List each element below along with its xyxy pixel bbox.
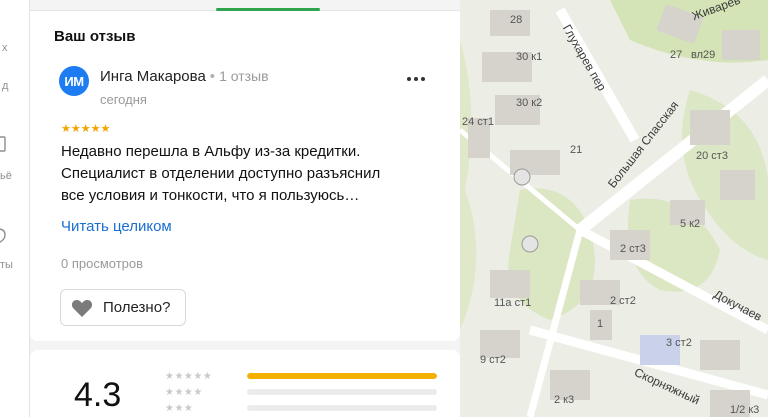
views-count: 0 просмотров: [61, 256, 144, 271]
rating-score: 4.3: [74, 376, 122, 414]
rating-summary-card: 4.3 ★★★★★ ★★★★ ★★★: [30, 350, 460, 417]
rating-bar-stars: ★★★★★: [165, 370, 213, 382]
section-title: Ваш отзыв: [54, 28, 136, 45]
review-text-line: Специалист в отделении доступно разъясни…: [61, 165, 381, 182]
rating-bar-track: [247, 389, 437, 395]
rating-stars: ★★★★★: [61, 122, 110, 135]
star-icon: ★: [61, 123, 71, 135]
map-label: 1/2 к3: [730, 404, 760, 416]
review-date: сегодня: [100, 92, 147, 107]
avatar[interactable]: ИМ: [59, 66, 89, 96]
map-label: 2 ст3: [620, 243, 646, 255]
read-more-link[interactable]: Читать целиком: [61, 218, 172, 235]
map-label: 20 ст3: [696, 150, 728, 162]
more-dots-icon[interactable]: [404, 69, 428, 89]
heart-icon: [71, 298, 93, 318]
useful-button[interactable]: Полезно?: [60, 289, 186, 326]
sidebar-item-label: ты: [0, 259, 13, 271]
rating-bar-track: [247, 405, 437, 411]
rating-bar-3: ★★★: [165, 402, 437, 414]
map-label: 3 ст2: [666, 337, 692, 349]
useful-button-label: Полезно?: [103, 299, 171, 316]
avatar-initials: ИМ: [64, 73, 84, 89]
sidebar-item-1[interactable]: х: [2, 42, 29, 54]
pin-icon: [0, 228, 27, 247]
rating-bar-track: [247, 373, 437, 379]
separator: •: [209, 68, 216, 85]
sidebar-item-label: х: [2, 42, 8, 54]
rating-bar-stars: ★★★: [165, 402, 194, 414]
author-name[interactable]: Инга Макарова: [100, 68, 206, 85]
sidebar-item-label: ьё: [0, 170, 12, 182]
map-label: 11а ст1: [494, 297, 532, 309]
map-label: 2 к3: [554, 394, 575, 406]
map-label: 9 ст2: [480, 354, 506, 366]
sidebar-item-3[interactable]: ьё: [0, 170, 29, 182]
rating-bar-4: ★★★★: [165, 386, 437, 398]
sidebar-item-4[interactable]: ты: [0, 259, 29, 271]
map-label: 2 ст2: [610, 295, 636, 307]
map-label: 30 к2: [516, 97, 543, 109]
review-text: Недавно перешла в Альфу из-за кредитки. …: [61, 141, 441, 207]
map-label: вл29: [691, 49, 716, 61]
rating-bar-5: ★★★★★: [165, 370, 437, 382]
map-label: 5 к2: [680, 218, 701, 230]
star-icon: ★: [90, 123, 101, 135]
map-canvas: [460, 0, 768, 417]
map-label: 24 ст1: [462, 116, 494, 128]
map-label: 21: [570, 144, 583, 156]
map-label: 30 к1: [516, 51, 543, 63]
map-label: 28: [510, 14, 523, 26]
rating-bar-fill: [247, 373, 437, 379]
review-panel: Ваш отзыв ИМ Инга Макарова • 1 отзыв сегод…: [30, 0, 460, 417]
document-icon: [0, 136, 27, 155]
map-view[interactable]: 28 30 к1 27 вл29 30 к2 24 ст1 21 20 ст3 …: [460, 0, 768, 417]
sidebar-item-2[interactable]: д: [2, 80, 29, 92]
star-icon: ★: [100, 123, 111, 135]
rating-bar-stars: ★★★★: [165, 386, 203, 398]
review-text-line: Недавно перешла в Альфу из-за кредитки.: [61, 143, 361, 160]
map-label: 1: [597, 318, 604, 330]
sidebar-item-label: д: [2, 80, 9, 92]
star-icon: ★: [80, 123, 91, 135]
review-text-line: все условия и тонкости, что я пользуюсь…: [61, 187, 360, 204]
author-row: Инга Макарова • 1 отзыв: [100, 68, 269, 85]
left-sidebar: х д ьё ты: [0, 0, 30, 417]
star-icon: ★: [70, 123, 81, 135]
map-label: 27: [670, 49, 683, 61]
author-reviews-count: 1 отзыв: [219, 68, 269, 84]
my-review-card: Ваш отзыв ИМ Инга Макарова • 1 отзыв сегод…: [30, 11, 460, 341]
